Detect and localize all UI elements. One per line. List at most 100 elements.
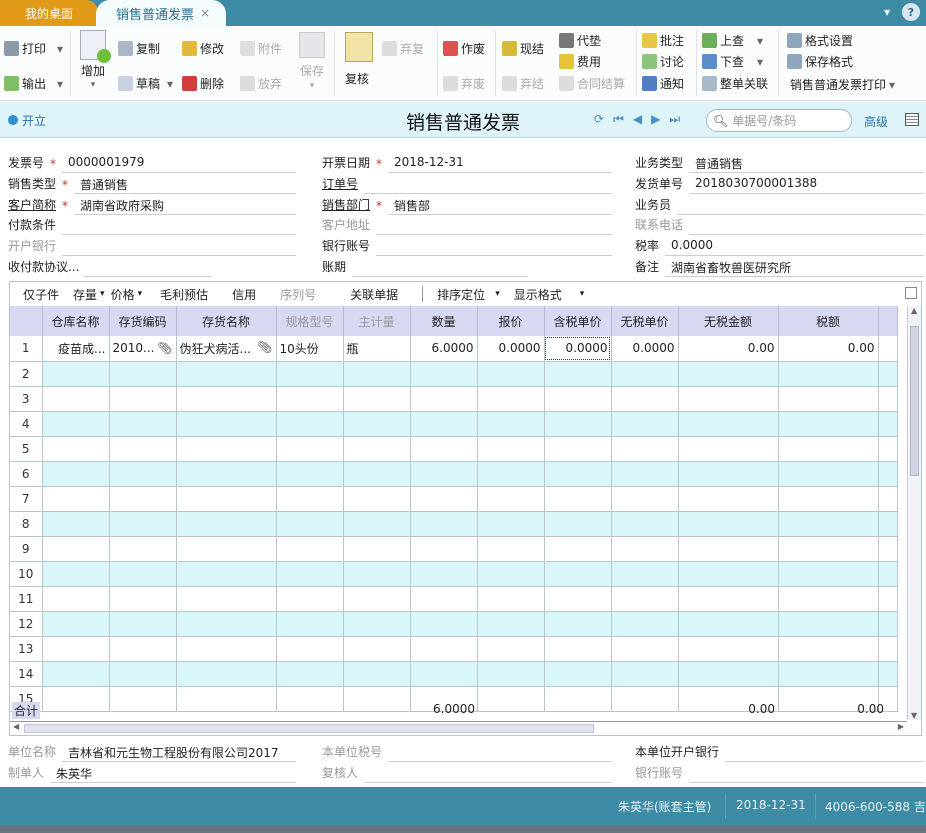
cell-net-price[interactable]: 0.0000 (611, 336, 679, 362)
value[interactable] (62, 217, 296, 235)
list-view-icon[interactable] (905, 113, 919, 126)
col-header[interactable]: 仓库名称 (42, 306, 110, 336)
grid-cell[interactable] (176, 461, 277, 487)
grid-cell[interactable] (42, 461, 110, 487)
grid-cell[interactable] (42, 661, 110, 687)
grid-cell[interactable] (176, 361, 277, 387)
credit-button[interactable]: 信用 (232, 286, 256, 303)
grid-cell[interactable] (343, 561, 411, 587)
grid-cell[interactable] (42, 361, 110, 387)
advanced-search-link[interactable]: 高级 (864, 113, 888, 130)
grid-cell[interactable] (42, 486, 110, 512)
grid-cell[interactable] (477, 361, 545, 387)
print-template-select[interactable]: 销售普通发票打印 ▾ (790, 76, 895, 93)
next-record-icon[interactable]: ▶ (651, 112, 660, 127)
cell-name[interactable]: 伪狂犬病活... 📎︎ (176, 336, 277, 362)
grid-cell[interactable] (176, 536, 277, 562)
tab-my-desktop[interactable]: 我的桌面 (0, 0, 98, 26)
value[interactable] (376, 238, 612, 256)
grid-cell[interactable] (544, 661, 612, 687)
dropdown-arrow-icon[interactable]: ▾ (884, 5, 890, 19)
grid-cell[interactable] (678, 611, 779, 637)
grid-cell[interactable] (678, 486, 779, 512)
cell-quote[interactable]: 0.0000 (477, 336, 545, 362)
value[interactable]: 吉林省和元生物工程股份有限公司2017 (62, 744, 296, 762)
grid-cell[interactable] (544, 461, 612, 487)
notify-button[interactable]: 通知 (642, 75, 684, 92)
grid-cell[interactable] (778, 536, 879, 562)
chevron-down-icon[interactable]: ▾ (757, 55, 763, 69)
cell-tax-price[interactable]: 0.0000 (544, 336, 612, 362)
grid-cell[interactable] (778, 561, 879, 587)
value[interactable] (364, 765, 612, 783)
grid-cell[interactable] (477, 636, 545, 662)
grid-cell[interactable] (42, 436, 110, 462)
value[interactable]: 2018-12-31 (388, 155, 612, 173)
draft-button[interactable]: 草稿 ▾ (118, 75, 173, 92)
horizontal-scrollbar[interactable]: ◀ ▶ (10, 721, 907, 735)
paperclip-icon[interactable]: 📎︎ (257, 340, 272, 354)
link-all-button[interactable]: 整单关联 (702, 75, 768, 92)
grid-cell[interactable] (477, 411, 545, 437)
sort-locate-button[interactable]: 排序定位 (437, 286, 485, 303)
grid-cell[interactable] (42, 536, 110, 562)
grid-cell[interactable] (176, 386, 277, 412)
scroll-right-icon[interactable]: ▶ (898, 722, 904, 731)
grid-cell[interactable] (778, 386, 879, 412)
grid-cell[interactable] (410, 511, 478, 537)
field-invoice-no[interactable]: 发票号 * 0000001979 (8, 153, 296, 173)
grid-cell[interactable] (176, 411, 277, 437)
grid-cell[interactable] (778, 486, 879, 512)
annotate-button[interactable]: 批注 (642, 32, 684, 49)
grid-cell[interactable] (778, 436, 879, 462)
grid-cell[interactable] (109, 461, 177, 487)
grid-cell[interactable] (544, 561, 612, 587)
grid-cell[interactable] (778, 661, 879, 687)
grid-cell[interactable] (276, 436, 344, 462)
value[interactable] (388, 744, 612, 762)
grid-cell[interactable] (42, 586, 110, 612)
unreview-button[interactable]: 弃复 (382, 40, 424, 57)
grid-cell[interactable] (343, 586, 411, 612)
search-input[interactable]: 🔍︎ 单据号/条码 (706, 109, 852, 132)
value[interactable] (352, 259, 528, 277)
value[interactable]: 湖南省政府采购 (74, 197, 296, 215)
grid-cell[interactable] (276, 386, 344, 412)
discuss-button[interactable]: 讨论 (642, 53, 684, 70)
grid-cell[interactable] (410, 436, 478, 462)
grid-cell[interactable] (544, 436, 612, 462)
grid-cell[interactable] (778, 361, 879, 387)
unvoid-button[interactable]: 弃废 (443, 75, 485, 92)
refresh-icon[interactable]: ⟳ (594, 112, 604, 127)
label[interactable]: 订单号 (322, 175, 358, 194)
grid-cell[interactable] (343, 661, 411, 687)
table-row[interactable]: 1 疫苗成... 2010... 📎︎ 伪狂犬病活... 📎︎ 10头份 瓶 6.0… (10, 336, 898, 362)
grid-cell[interactable] (276, 636, 344, 662)
field-sale-type[interactable]: 销售类型 * 普通销售 (8, 174, 296, 194)
chevron-down-icon[interactable]: ▾ (138, 289, 143, 299)
grid-cell[interactable] (276, 536, 344, 562)
grid-cell[interactable] (611, 536, 679, 562)
last-record-icon[interactable]: ⏭ (669, 112, 680, 127)
col-header[interactable]: 无税单价 (611, 306, 679, 336)
grid-cell[interactable] (276, 611, 344, 637)
field-dept[interactable]: 销售部门 * 销售部 (322, 195, 612, 215)
grid-cell[interactable] (42, 636, 110, 662)
field-own-acct[interactable]: 银行账号 (635, 763, 924, 783)
scroll-down-icon[interactable]: ▼ (911, 711, 917, 720)
grid-cell[interactable] (678, 586, 779, 612)
grid-cell[interactable] (109, 361, 177, 387)
field-tax-rate[interactable]: 税率 0.0000 (635, 236, 924, 256)
grid-cell[interactable] (42, 561, 110, 587)
grid-cell[interactable] (678, 636, 779, 662)
chevron-down-icon[interactable]: ▾ (100, 289, 105, 299)
field-reviewer[interactable]: 复核人 (322, 763, 612, 783)
grid-cell[interactable] (343, 536, 411, 562)
grid-cell[interactable] (544, 636, 612, 662)
grid-cell[interactable] (477, 436, 545, 462)
close-tab-icon[interactable]: × (200, 6, 210, 20)
display-format-button[interactable]: 显示格式 (514, 286, 562, 303)
grid-cell[interactable] (611, 411, 679, 437)
grid-cell[interactable] (276, 461, 344, 487)
field-payment-terms[interactable]: 付款条件 (8, 215, 296, 235)
